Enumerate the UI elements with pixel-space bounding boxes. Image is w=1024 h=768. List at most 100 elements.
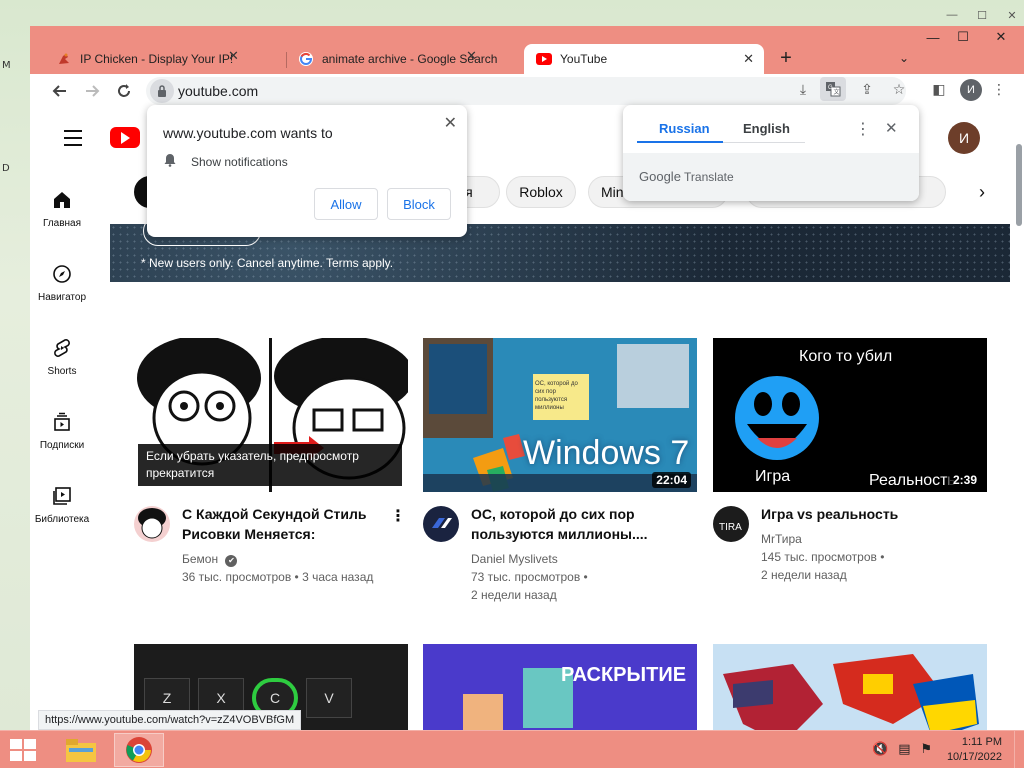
video-thumbnail[interactable]: РАСКРЫТИЕ [423,644,697,730]
tab-search-chevron-icon[interactable]: ⌄ [890,44,918,72]
windows-start-icon[interactable] [10,739,36,761]
dialog-title: www.youtube.com wants to [163,125,333,141]
forward-arrow-icon[interactable] [80,79,104,103]
key: V [306,678,352,718]
subscriptions-icon [50,410,74,434]
youtube-account-avatar[interactable]: И [948,122,980,154]
new-tab-button[interactable]: + [772,44,800,72]
youtube-logo[interactable] [110,127,140,148]
sidebar-item-explore[interactable]: Навигатор [30,262,94,303]
tab-source-language[interactable]: Russian [659,121,710,136]
thumbnail-title: Windows 7 [523,434,690,472]
video-title[interactable]: С Каждой Секундой Стиль Рисовки Меняется… [182,504,392,544]
channel-avatar[interactable] [423,506,459,542]
action-center-icon[interactable]: ⚑ [920,741,932,757]
video-stats: 73 тыс. просмотров • 2 недели назад [471,570,588,602]
taskbar-clock[interactable]: 1:11 PM 10/17/2022 [947,735,1002,765]
tab-youtube[interactable]: YouTube ✕ [524,44,764,74]
more-options-icon[interactable]: ⋮ [855,119,871,139]
close-icon[interactable]: ✕ [885,119,898,137]
chrome-menu-icon[interactable]: ⋮ [986,77,1012,101]
browser-toolbar: youtube.com ⤓ G文 ⇪ ☆ ◧ И ⋮ [30,74,1024,108]
channel-avatar[interactable] [134,506,170,542]
back-arrow-icon[interactable] [48,79,72,103]
compass-icon [50,262,74,286]
lock-icon[interactable] [150,79,174,103]
side-panel-icon[interactable]: ◧ [926,77,952,101]
sidebar-item-subscriptions[interactable]: Подписки [30,410,94,451]
hamburger-menu-icon[interactable] [64,130,82,151]
preview-hover-overlay: Если убрать указатель, предпросмотр прек… [138,444,402,486]
tab-google-search[interactable]: animate archive - Google Search [286,44,522,74]
home-icon [50,188,74,212]
video-title[interactable]: Игра vs реальность [761,504,971,524]
block-button[interactable]: Block [387,188,451,220]
sidebar-item-library[interactable]: Библиотека [30,484,94,525]
install-app-icon[interactable]: ⤓ [790,77,816,101]
desktop-icon-label: M [2,60,11,71]
thumbnail-caption-right: Реальность [869,472,956,489]
google-translate-brand: Google Translate [639,169,734,184]
thumbnail-caption-left: Игра [755,468,791,485]
channel-name[interactable]: Daniel Myslivets [471,552,558,566]
channel-avatar[interactable]: TIRA [713,506,749,542]
page-scrollbar[interactable] [1016,144,1022,226]
video-thumbnail[interactable] [713,644,987,730]
library-icon [50,484,74,508]
translate-footer: Google Translate [623,153,919,201]
close-tab-icon[interactable]: ✕ [466,48,477,64]
translate-popup: Russian English ⋮ ✕ Google Translate [623,105,919,201]
video-thumbnail[interactable]: ОС, которой до сих пор пользуются миллио… [423,338,697,492]
tab-strip: IP Chicken - Display Your IP! animate ar… [30,40,1024,74]
brand-google: Google [639,169,681,184]
active-tab-indicator [637,141,723,143]
sidebar-item-shorts[interactable]: Shorts [30,336,94,377]
close-icon[interactable]: ✕ [444,113,457,133]
video-stats: 145 тыс. просмотров • 2 недели назад [761,550,885,582]
chicken-icon [56,51,72,67]
upload-age: 2 недели назад [471,588,557,602]
translate-icon[interactable]: G文 [820,77,846,101]
close-tab-icon[interactable]: ✕ [228,48,239,64]
video-stats: 36 тыс. просмотров • 3 часа назад [182,570,374,584]
chip-roblox[interactable]: Roblox [506,176,576,208]
tab-ip-chicken[interactable]: IP Chicken - Display Your IP! [44,44,284,74]
sidebar-item-label: Навигатор [37,292,87,303]
channel-name[interactable]: MrТира [761,532,802,546]
video-meta: ОС, которой до сих пор пользуются миллио… [423,506,697,602]
sticky-note-text: ОС, которой до сих пор пользуются миллио… [535,381,578,411]
bookmark-star-icon[interactable]: ☆ [886,77,912,101]
allow-button[interactable]: Allow [314,188,378,220]
video-title[interactable]: ОС, которой до сих пор пользуются миллио… [471,504,681,544]
file-explorer-icon[interactable] [56,733,106,767]
view-count: 145 тыс. просмотров [761,550,877,564]
reveal-thumbnail-image [423,644,697,730]
video-thumbnail[interactable]: Кого то убил Игра Реальность 2:39 [713,338,987,492]
sidebar-item-label: Главная [42,218,82,229]
outer-close-button[interactable]: ✕ [1000,8,1024,22]
channel-name[interactable]: Бемон ✔ [182,552,238,567]
tab-target-language[interactable]: English [743,121,790,136]
notification-permission-dialog: www.youtube.com wants to ✕ Show notifica… [147,105,467,237]
permission-label: Show notifications [191,154,288,169]
taskbar: 🔇 ▤ ⚑ 1:11 PM 10/17/2022 [0,730,1024,768]
chrome-taskbar-icon[interactable] [114,733,164,767]
show-desktop-button[interactable] [1014,731,1024,768]
profile-avatar[interactable]: И [960,79,982,101]
video-duration: 22:04 [652,472,691,488]
close-tab-icon[interactable]: ✕ [743,51,754,67]
bell-icon [163,153,177,170]
volume-muted-icon[interactable]: 🔇 [872,741,888,757]
channel-name-text: Бемон [182,552,219,566]
more-options-icon[interactable]: ⋮ [390,506,406,526]
chevron-right-icon[interactable]: › [968,178,996,206]
network-icon[interactable]: ▤ [898,741,910,757]
video-meta: TIRA Игра vs реальность MrТира 145 тыс. … [713,506,987,586]
share-icon[interactable]: ⇪ [854,77,880,101]
outer-maximize-button[interactable]: ☐ [970,8,994,22]
sidebar-item-home[interactable]: Главная [30,188,94,229]
outer-minimize-button[interactable]: — [940,8,964,22]
upload-age: 2 недели назад [761,568,847,582]
video-thumbnail[interactable]: Если убрать указатель, предпросмотр прек… [134,338,408,492]
reload-icon[interactable] [112,79,136,103]
